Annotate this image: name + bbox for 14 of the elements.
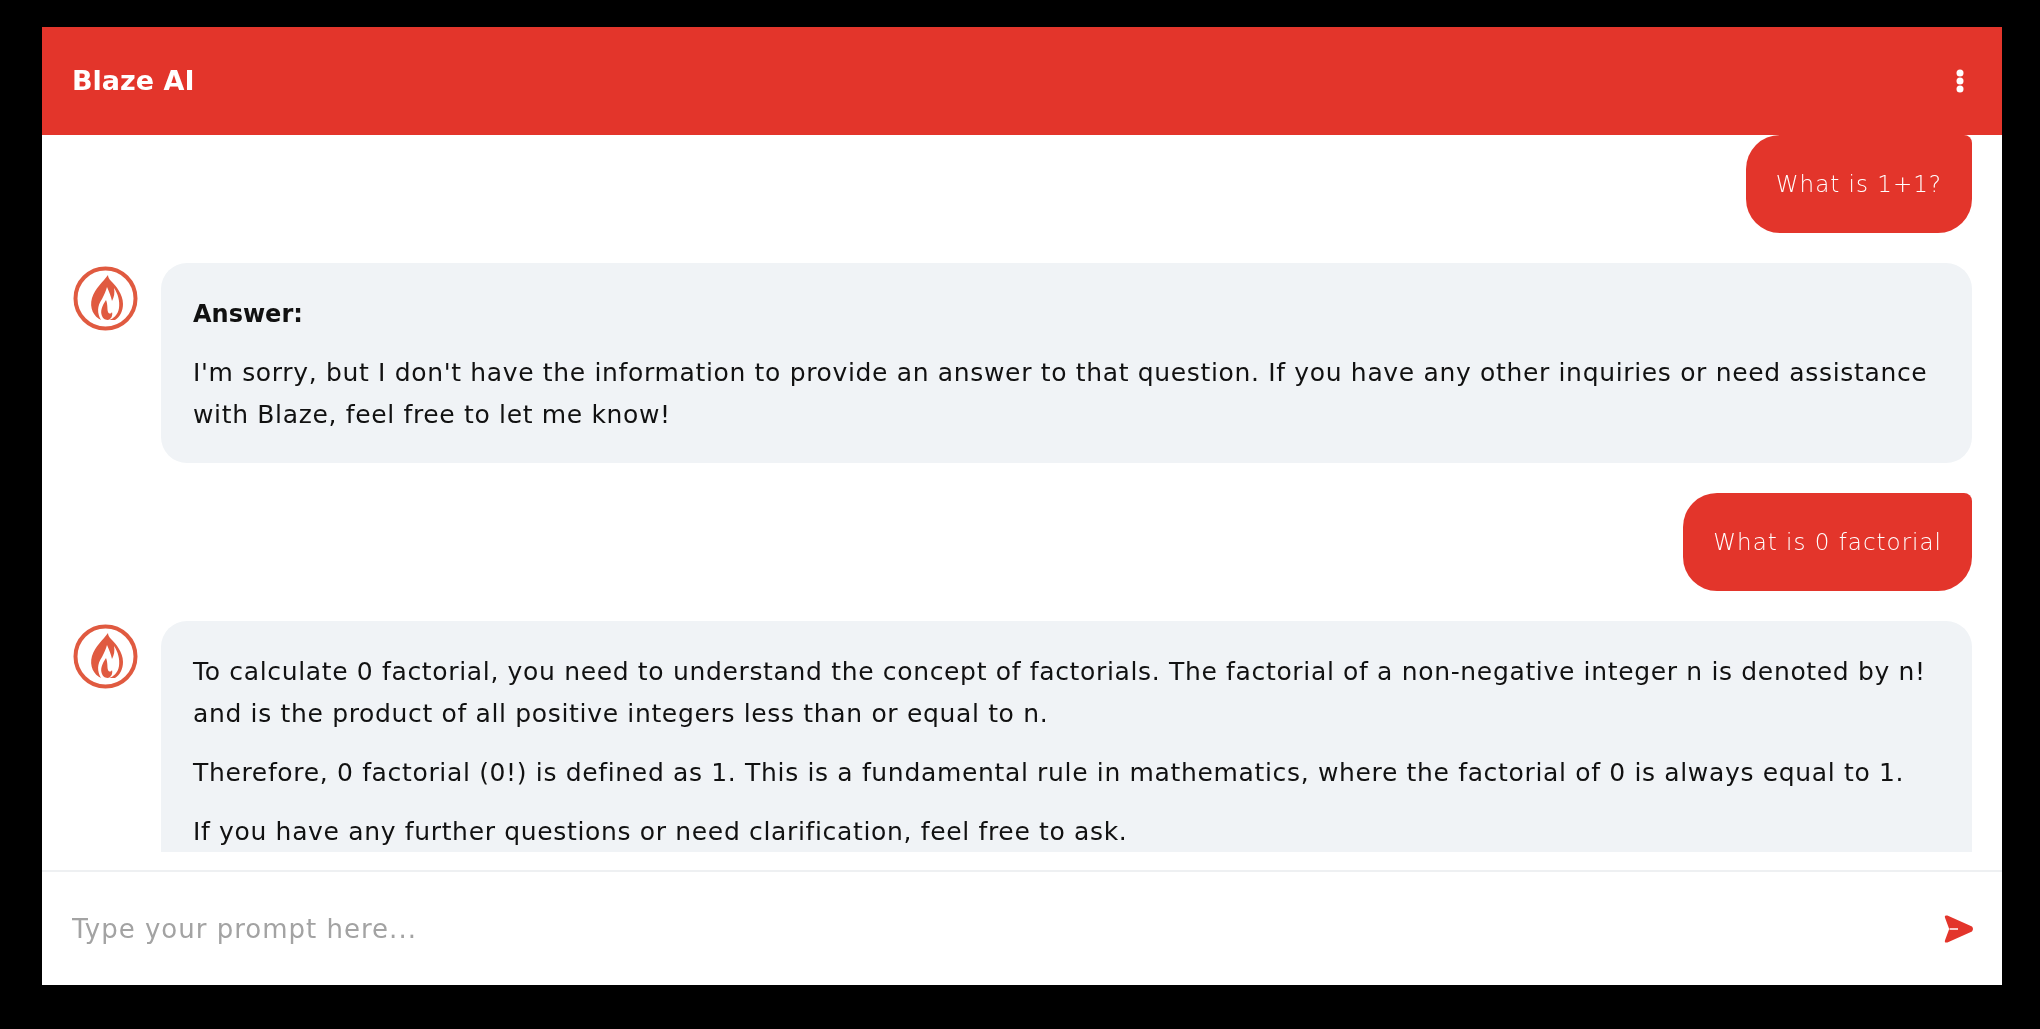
user-message: What is 0 factorial (1683, 493, 1972, 591)
message-text: Therefore, 0 factorial (0!) is defined as 1. This is a fundamental rule in mathematics, where the factorial of 0 is always equal to 1. (193, 757, 1906, 789)
message-heading: Answer: (193, 299, 304, 330)
flame-avatar-icon (73, 624, 138, 689)
message-text: I'm sorry, but I don't have the information to provide an answer to that question. If you have any other inquiries or need assistance with Blaze, feel free to let me know! (193, 357, 1929, 431)
prompt-input[interactable]: Type your prompt here... (72, 900, 1927, 957)
more-options-icon (1956, 69, 1964, 93)
send-button[interactable] (1943, 913, 1974, 944)
flame-avatar-icon (73, 266, 138, 331)
user-message: What is 1+1? (1745, 135, 1972, 233)
send-icon (1943, 913, 1974, 944)
message-text: To calculate 0 factorial, you need to understand the concept of factorials. The factorial of a non-negative integer n is denoted by n! and is the product of all positive integers less than or equal to n. (193, 656, 1927, 730)
app-title: Blaze AI (72, 64, 195, 98)
message-text: If you have any further questions or need clarification, feel free to ask. (193, 816, 1129, 848)
